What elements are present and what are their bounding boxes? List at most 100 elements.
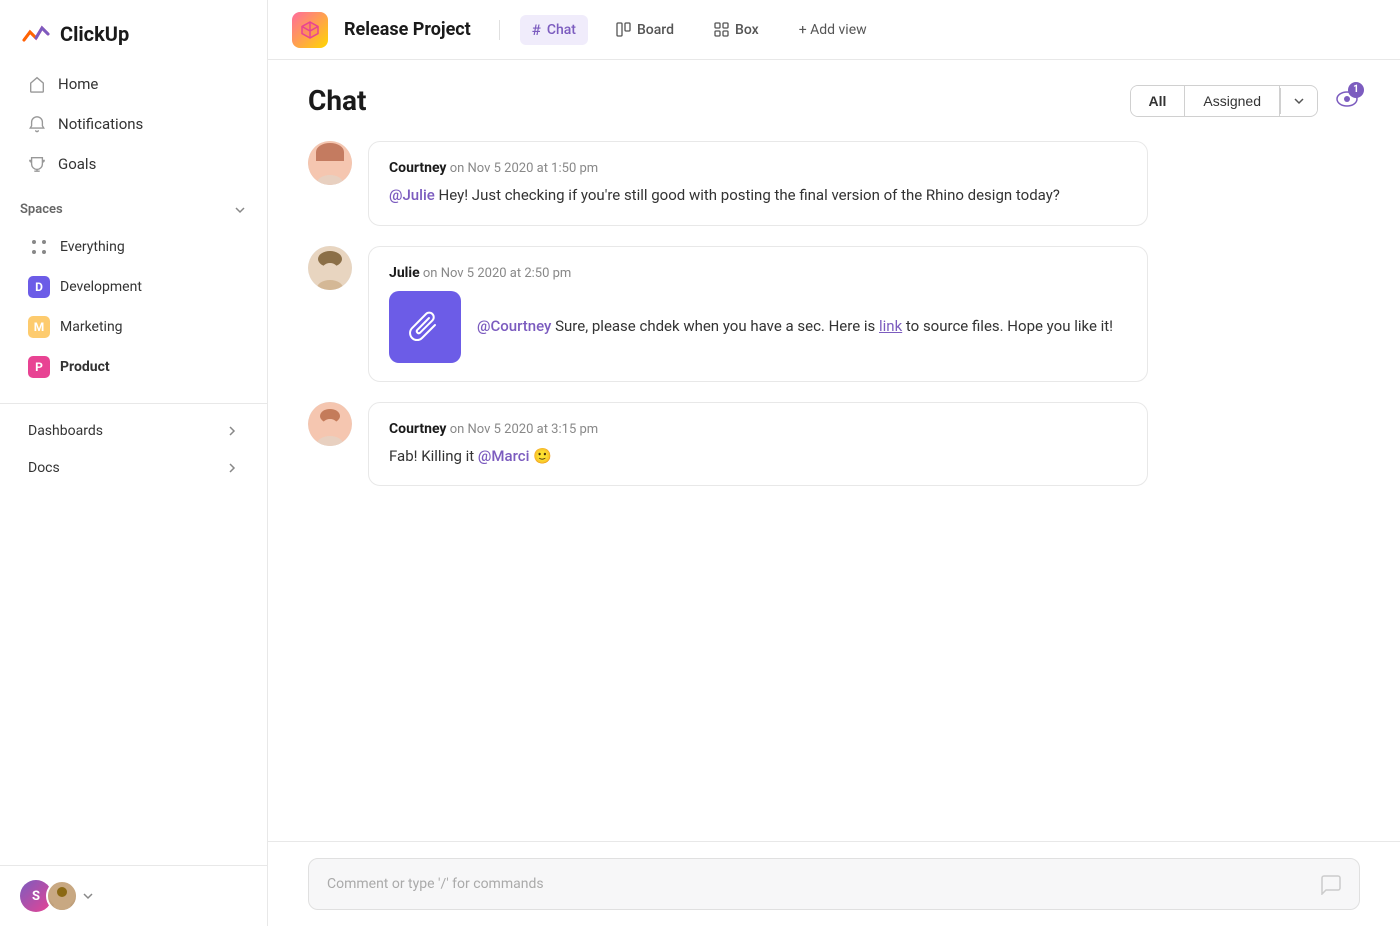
courtney-face-svg-2 — [308, 402, 352, 446]
message-text-3: Fab! Killing it @Marci 🙂 — [389, 445, 1127, 468]
message-timestamp-3: on Nov 5 2020 at 3:15 pm — [450, 422, 598, 437]
sidebar: ClickUp Home Notifications Goals Spaces — [0, 0, 268, 926]
courtney-face — [308, 141, 352, 185]
product-label: Product — [60, 359, 110, 375]
sidebar-item-home[interactable]: Home — [8, 65, 259, 103]
message-row: Courtney on Nov 5 2020 at 1:50 pm @Julie… — [308, 141, 1360, 226]
board-icon — [616, 22, 631, 37]
chevron-down-small-icon — [82, 890, 94, 902]
comment-input-box[interactable]: Comment or type '/' for commands — [308, 858, 1360, 910]
comment-area: Comment or type '/' for commands — [268, 841, 1400, 926]
bell-icon — [28, 115, 46, 133]
marketing-label: Marketing — [60, 319, 123, 335]
tab-box-label: Box — [735, 22, 759, 38]
everything-icon — [28, 236, 50, 258]
product-badge: P — [28, 356, 50, 378]
message-link[interactable]: link — [879, 317, 902, 335]
message-bubble-2: Julie on Nov 5 2020 at 2:50 pm @Courtney… — [368, 246, 1148, 382]
courtney-avatar-2 — [308, 402, 352, 446]
notifications-label: Notifications — [58, 115, 143, 133]
watch-button[interactable]: 1 — [1334, 86, 1360, 116]
filter-group: All Assigned — [1130, 85, 1318, 117]
sidebar-item-development[interactable]: D Development — [8, 268, 259, 306]
spaces-label: Spaces — [20, 202, 63, 217]
sidebar-footer: S — [0, 865, 267, 926]
chevron-down-filter-icon — [1293, 95, 1305, 107]
avatar-user2[interactable] — [46, 880, 78, 912]
sidebar-item-everything[interactable]: Everything — [8, 228, 259, 266]
message-meta-1: Courtney on Nov 5 2020 at 1:50 pm — [389, 160, 1127, 176]
message-author-3: Courtney — [389, 421, 446, 437]
message-bubble-3: Courtney on Nov 5 2020 at 3:15 pm Fab! K… — [368, 402, 1148, 487]
message-body-1: Hey! Just checking if you're still good … — [435, 186, 1060, 204]
message-body-after-2: to source files. Hope you like it! — [902, 317, 1113, 335]
chevron-right-icon — [225, 424, 239, 438]
box-grid-icon — [714, 22, 729, 37]
project-title: Release Project — [344, 19, 471, 40]
filter-dropdown[interactable] — [1280, 88, 1317, 114]
julie-face-svg — [308, 246, 352, 290]
sidebar-item-notifications[interactable]: Notifications — [8, 105, 259, 143]
docs-label: Docs — [28, 460, 60, 476]
chat-header: Chat All Assigned 1 — [308, 84, 1360, 117]
everything-label: Everything — [60, 239, 125, 255]
message-row-2: Julie on Nov 5 2020 at 2:50 pm @Courtney… — [308, 246, 1360, 382]
message-bubble-1: Courtney on Nov 5 2020 at 1:50 pm @Julie… — [368, 141, 1148, 226]
hash-icon: # — [532, 21, 541, 39]
sidebar-item-marketing[interactable]: M Marketing — [8, 308, 259, 346]
message-meta-3: Courtney on Nov 5 2020 at 3:15 pm — [389, 421, 1127, 437]
attachment-row: @Courtney Sure, please chdek when you ha… — [389, 291, 1127, 363]
docs-nav[interactable]: Docs — [8, 450, 259, 486]
chevron-right-icon-docs — [225, 461, 239, 475]
spaces-header[interactable]: Spaces — [0, 192, 267, 227]
message-author-1: Courtney — [389, 160, 446, 176]
watch-count-badge: 1 — [1348, 82, 1364, 98]
message-timestamp-1: on Nov 5 2020 at 1:50 pm — [450, 161, 598, 176]
main-content: Release Project # Chat Board Box + Add v… — [268, 0, 1400, 926]
mention-julie[interactable]: @Julie — [389, 186, 435, 204]
sidebar-item-goals[interactable]: Goals — [8, 145, 259, 183]
app-name: ClickUp — [60, 22, 129, 46]
comment-placeholder: Comment or type '/' for commands — [327, 876, 544, 892]
goals-label: Goals — [58, 155, 96, 173]
sidebar-bottom: Dashboards Docs — [0, 403, 267, 487]
courtney-avatar — [308, 141, 352, 185]
julie-avatar — [308, 246, 352, 290]
user-avatar-icon — [48, 882, 76, 910]
filter-assigned-button[interactable]: Assigned — [1185, 86, 1280, 116]
message-body-2: Sure, please chdek when you have a sec. … — [551, 317, 879, 335]
message-body-prefix-3: Fab! Killing it — [389, 447, 478, 465]
paperclip-icon — [409, 311, 441, 343]
marketing-badge: M — [28, 316, 50, 338]
tab-board[interactable]: Board — [604, 16, 686, 44]
filter-all-button[interactable]: All — [1131, 86, 1186, 116]
comment-icon — [1319, 873, 1341, 895]
message-emoji-3: 🙂 — [533, 447, 552, 465]
message-meta-2: Julie on Nov 5 2020 at 2:50 pm — [389, 265, 1127, 281]
topbar: Release Project # Chat Board Box + Add v… — [268, 0, 1400, 60]
tab-chat-label: Chat — [547, 22, 576, 38]
mention-courtney[interactable]: @Courtney — [477, 317, 551, 335]
message-text-1: @Julie Hey! Just checking if you're stil… — [389, 184, 1127, 207]
mention-marci[interactable]: @Marci — [478, 447, 529, 465]
box-3d-icon — [299, 19, 321, 41]
chat-title: Chat — [308, 84, 366, 117]
tab-box[interactable]: Box — [702, 16, 771, 44]
message-timestamp-2: on Nov 5 2020 at 2:50 pm — [423, 266, 571, 281]
sidebar-item-product[interactable]: P Product — [8, 348, 259, 386]
add-view-button[interactable]: + Add view — [787, 16, 879, 44]
dashboards-nav[interactable]: Dashboards — [8, 413, 259, 449]
attachment-thumb[interactable] — [389, 291, 461, 363]
home-icon — [28, 75, 46, 93]
chat-area: Chat All Assigned 1 — [268, 60, 1400, 841]
project-icon — [292, 12, 328, 48]
chevron-down-icon — [233, 203, 247, 217]
development-label: Development — [60, 279, 142, 295]
logo-area: ClickUp — [0, 0, 267, 64]
trophy-icon — [28, 155, 46, 173]
dashboards-label: Dashboards — [28, 423, 103, 439]
message-row-3: Courtney on Nov 5 2020 at 3:15 pm Fab! K… — [308, 402, 1360, 487]
clickup-logo — [20, 18, 52, 50]
message-text-2: @Courtney Sure, please chdek when you ha… — [477, 315, 1113, 338]
tab-chat[interactable]: # Chat — [520, 15, 588, 45]
